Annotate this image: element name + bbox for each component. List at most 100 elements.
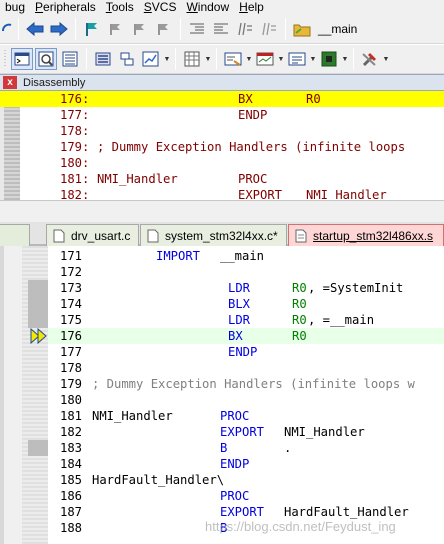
source-editor[interactable]: 171 IMPORT __main 172 173 LDR R0, =SystemInit 1… [0, 246, 444, 544]
trace-window-icon[interactable] [286, 48, 308, 70]
disassembly-line[interactable]: 182: EXPORT NMI_Handler [38, 187, 444, 200]
disassembly-line[interactable]: 181: NMI_Handler PROC [38, 171, 444, 187]
call-stack-window-icon[interactable] [116, 48, 138, 70]
system-viewer-dropdown-icon[interactable]: ▼ [341, 48, 349, 70]
tab-drv-usart[interactable]: drv_usart.c [46, 224, 139, 246]
memory-window-dropdown-icon[interactable]: ▼ [204, 48, 212, 70]
toolbox-icon[interactable] [359, 48, 381, 70]
line-number: 187 [60, 505, 83, 519]
command-window-icon[interactable] [11, 48, 33, 70]
disassembly-line[interactable]: 178: [38, 123, 444, 139]
menu-window[interactable]: Window [181, 0, 234, 14]
source-line[interactable]: 182 EXPORT NMI_Handler [48, 424, 444, 440]
disassembly-line[interactable]: 177: ENDP [38, 107, 444, 123]
code-token: ; Dummy Exception Handlers (infinite loo… [92, 377, 415, 391]
toolbar-separator [285, 17, 286, 40]
line-number: 184 [60, 457, 83, 471]
disassembly-opcode: PROC [238, 172, 268, 186]
watermark-text: https://blog.csdn.net/Feydust_ing [205, 519, 396, 534]
code-token: R0 [292, 281, 307, 295]
code-token: NMI_Handler [284, 425, 365, 439]
source-line[interactable]: 184 ENDP [48, 456, 444, 472]
menu-tools[interactable]: Tools [101, 0, 139, 14]
disassembly-scrollbar[interactable] [0, 91, 4, 200]
code-token: , =__main [308, 313, 375, 327]
tab-startup-stm32l486xx[interactable]: startup_stm32l486xx.s [288, 224, 444, 246]
source-line[interactable]: 173 LDR R0, =SystemInit [48, 280, 444, 296]
target-function-combo[interactable]: __main [318, 18, 357, 40]
navigate-back-icon[interactable] [24, 18, 46, 40]
editor-lines: 171 IMPORT __main 172 173 LDR R0, =SystemInit 1… [48, 248, 444, 536]
toolbar-separator [18, 17, 19, 40]
source-line[interactable]: 174 BLX R0 [48, 296, 444, 312]
registers-window-icon[interactable] [92, 48, 114, 70]
close-disassembly-button[interactable]: x [3, 76, 17, 89]
source-line[interactable]: 175 LDR R0, =__main [48, 312, 444, 328]
source-line[interactable]: 178 [48, 360, 444, 376]
line-number: 171 [60, 249, 83, 263]
tab-system-stm32l4xx[interactable]: system_stm32l4xx.c* [140, 224, 287, 246]
serial-window-icon[interactable] [222, 48, 244, 70]
source-line[interactable]: 186 PROC [48, 488, 444, 504]
undo-icon[interactable] [1, 18, 13, 40]
menu-bug[interactable]: bug [0, 0, 30, 14]
toolbar-separator [180, 17, 181, 40]
disassembly-opcode: EXPORT [238, 188, 283, 200]
source-line[interactable]: 176 BX R0 [48, 328, 444, 344]
menu-svcs[interactable]: SVCS [139, 0, 182, 14]
source-line[interactable]: 172 [48, 264, 444, 280]
navigate-forward-icon[interactable] [48, 18, 70, 40]
toolbox-dropdown-icon[interactable]: ▼ [382, 48, 390, 70]
source-line[interactable]: 179 ; Dummy Exception Handlers (infinite … [48, 376, 444, 392]
watch-window-icon[interactable] [140, 48, 162, 70]
source-line[interactable]: 181 NMI_Handler PROC [48, 408, 444, 424]
toolbar-separator [75, 17, 76, 40]
uncomment-icon[interactable] [258, 18, 280, 40]
watch-window-dropdown-icon[interactable]: ▼ [163, 48, 171, 70]
find-in-files-icon[interactable] [291, 18, 313, 40]
disassembly-line[interactable]: 179: ; Dummy Exception Handlers (infinite… [38, 139, 444, 155]
code-coverage-marker [28, 296, 48, 312]
code-token: LDR [228, 281, 251, 295]
indent-icon[interactable] [186, 18, 208, 40]
system-viewer-icon[interactable] [318, 48, 340, 70]
source-line[interactable]: 180 [48, 392, 444, 408]
disassembly-pane[interactable]: 176: BX R0 177: ENDP 178: 179: ; Dummy Exceptio… [0, 91, 444, 200]
menu-help[interactable]: Help [234, 0, 269, 14]
previous-bookmark-icon[interactable] [105, 18, 127, 40]
next-bookmark-icon[interactable] [129, 18, 151, 40]
source-line[interactable]: 185 HardFault_Handler\ [48, 472, 444, 488]
toolbar-grip-icon [1, 48, 9, 70]
symbols-window-icon[interactable] [59, 48, 81, 70]
bookmark-icon[interactable] [81, 18, 103, 40]
serial-window-dropdown-icon[interactable]: ▼ [245, 48, 253, 70]
c-file-icon [147, 229, 159, 243]
unindent-icon[interactable] [210, 18, 232, 40]
editor-left-margin [0, 246, 22, 544]
menu-peripherals[interactable]: Peripherals [30, 0, 101, 14]
disassembly-titlebar: x Disassembly [0, 74, 444, 91]
comment-icon[interactable] [234, 18, 256, 40]
code-token: BX [228, 329, 243, 343]
trace-window-dropdown-icon[interactable]: ▼ [309, 48, 317, 70]
c-file-icon [53, 229, 65, 243]
source-line[interactable]: 183 B. [48, 440, 444, 456]
disassembly-line[interactable]: 180: [38, 155, 444, 171]
code-token: BLX [228, 297, 251, 311]
disassembly-line[interactable]: 176: BX R0 [0, 91, 444, 107]
menu-bar: bug Peripherals Tools SVCS Window Help [0, 0, 444, 14]
disassembly-window-icon[interactable] [35, 48, 57, 70]
clear-bookmarks-icon[interactable] [153, 18, 175, 40]
code-token: LDR [228, 313, 251, 327]
source-line[interactable]: 177 ENDP [48, 344, 444, 360]
analysis-window-icon[interactable] [254, 48, 276, 70]
source-line[interactable]: 187 EXPORT HardFault_Handler [48, 504, 444, 520]
pane-splitter[interactable] [0, 200, 444, 222]
tab-label: drv_usart.c [71, 228, 131, 243]
analysis-window-dropdown-icon[interactable]: ▼ [277, 48, 285, 70]
tab-overflow[interactable] [0, 224, 30, 246]
memory-window-icon[interactable] [181, 48, 203, 70]
code-token: . [284, 441, 292, 455]
source-line[interactable]: 171 IMPORT __main [48, 248, 444, 264]
disassembly-line-number: 176: [60, 92, 90, 106]
